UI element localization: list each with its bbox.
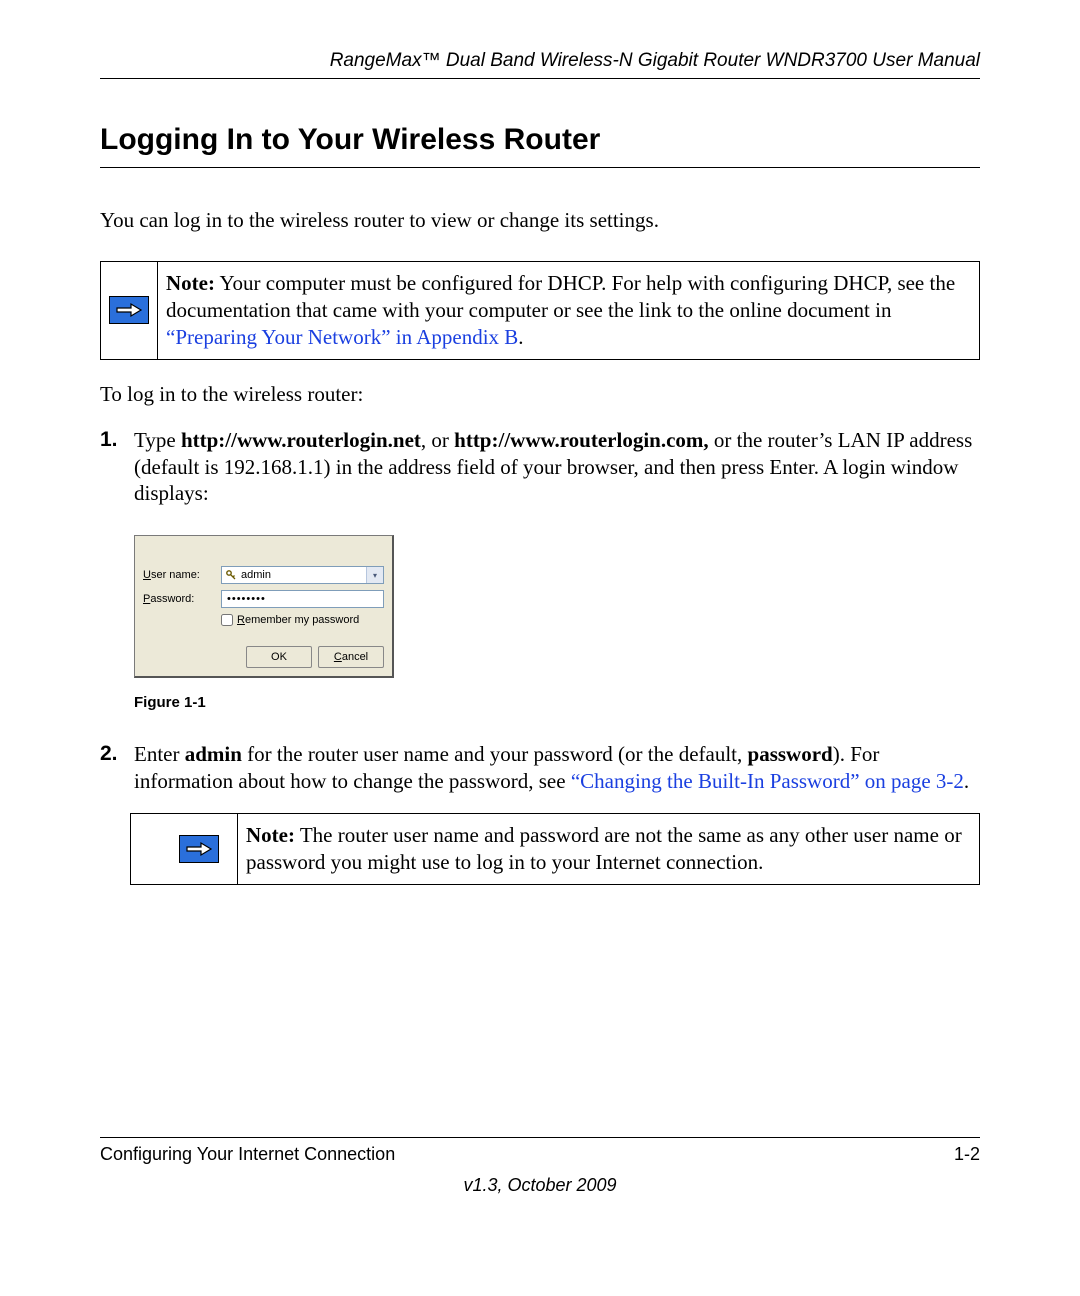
username-label-rest: ser name: (151, 569, 200, 581)
step-1-t1: Type (134, 428, 181, 452)
step-list-2: 2. Enter admin for the router user name … (100, 741, 980, 795)
username-value: admin (241, 569, 271, 581)
step-2-admin: admin (185, 742, 242, 766)
login-dialog: User name: admin ▾ Password: Remember my… (134, 535, 394, 678)
note-prefix: Note: (166, 271, 215, 295)
username-combo[interactable]: admin ▾ (221, 566, 384, 584)
footer-page-number: 1-2 (954, 1144, 980, 1165)
manual-page: RangeMax™ Dual Band Wireless-N Gigabit R… (0, 0, 1080, 1296)
note-box-dhcp: Note: Your computer must be configured f… (100, 261, 980, 360)
dialog-buttons: OK Cancel (143, 646, 384, 668)
footer-rule (100, 1137, 980, 1138)
note-icon-cell (101, 262, 158, 359)
username-row: User name: admin ▾ (143, 566, 384, 584)
note-after: . (518, 325, 523, 349)
step-1-url2: http://www.routerlogin.com, (454, 428, 709, 452)
step-1-t2: , or (421, 428, 454, 452)
footer-section-name: Configuring Your Internet Connection (100, 1144, 395, 1165)
step-2-body: Enter admin for the router user name and… (134, 741, 980, 795)
step-1-number: 1. (100, 427, 134, 508)
arrow-right-icon (109, 296, 149, 324)
step-2: 2. Enter admin for the router user name … (100, 741, 980, 795)
link-change-password[interactable]: “Changing the Built-In Password” on page… (571, 769, 964, 793)
password-label-rest: assword: (150, 593, 194, 605)
note2-body: The router user name and password are no… (246, 823, 962, 874)
remember-checkbox[interactable] (221, 614, 233, 626)
username-accel: U (143, 569, 151, 581)
key-icon (225, 569, 237, 581)
password-row: Password: (143, 590, 384, 608)
step-2-after: . (964, 769, 969, 793)
ok-button[interactable]: OK (246, 646, 312, 668)
step-1: 1. Type http://www.routerlogin.net, or h… (100, 427, 980, 508)
cancel-accel: C (334, 651, 342, 663)
remember-accel: R (237, 614, 245, 626)
footer-line: Configuring Your Internet Connection 1-2 (100, 1144, 980, 1165)
step-1-body: Type http://www.routerlogin.net, or http… (134, 427, 980, 508)
procedure-lead: To log in to the wireless router: (100, 382, 980, 407)
step-2-password: password (748, 742, 833, 766)
step-2-t1: Enter (134, 742, 185, 766)
note2-icon-cell (131, 814, 238, 884)
section-title: Logging In to Your Wireless Router (100, 123, 980, 168)
arrow-right-icon (179, 835, 219, 863)
link-appendix-b[interactable]: “Preparing Your Network” in Appendix B (166, 325, 518, 349)
step-2-t2: for the router user name and your passwo… (242, 742, 748, 766)
dropdown-arrow-icon[interactable]: ▾ (366, 567, 383, 583)
cancel-button[interactable]: Cancel (318, 646, 384, 668)
step-2-number: 2. (100, 741, 134, 795)
username-label: User name: (143, 569, 221, 581)
intro-text: You can log in to the wireless router to… (100, 208, 980, 233)
password-label: Password: (143, 593, 221, 605)
note-text: Note: Your computer must be configured f… (158, 262, 979, 359)
figure-1-1: User name: admin ▾ Password: Remember my… (134, 535, 980, 678)
document-footer: Configuring Your Internet Connection 1-2… (100, 1137, 980, 1196)
note2-prefix: Note: (246, 823, 295, 847)
remember-label: emember my password (245, 614, 359, 626)
step-list: 1. Type http://www.routerlogin.net, or h… (100, 427, 980, 508)
figure-caption: Figure 1-1 (134, 694, 980, 711)
footer-version: v1.3, October 2009 (100, 1175, 980, 1196)
note2-text: Note: The router user name and password … (238, 814, 979, 884)
remember-row: Remember my password (221, 614, 384, 626)
password-input[interactable] (221, 590, 384, 608)
cancel-rest: ancel (342, 651, 368, 663)
note-body-1: Your computer must be configured for DHC… (166, 271, 955, 322)
password-field[interactable] (225, 592, 380, 606)
note-box-credentials: Note: The router user name and password … (130, 813, 980, 885)
document-header: RangeMax™ Dual Band Wireless-N Gigabit R… (100, 50, 980, 79)
step-1-url1: http://www.routerlogin.net (181, 428, 421, 452)
